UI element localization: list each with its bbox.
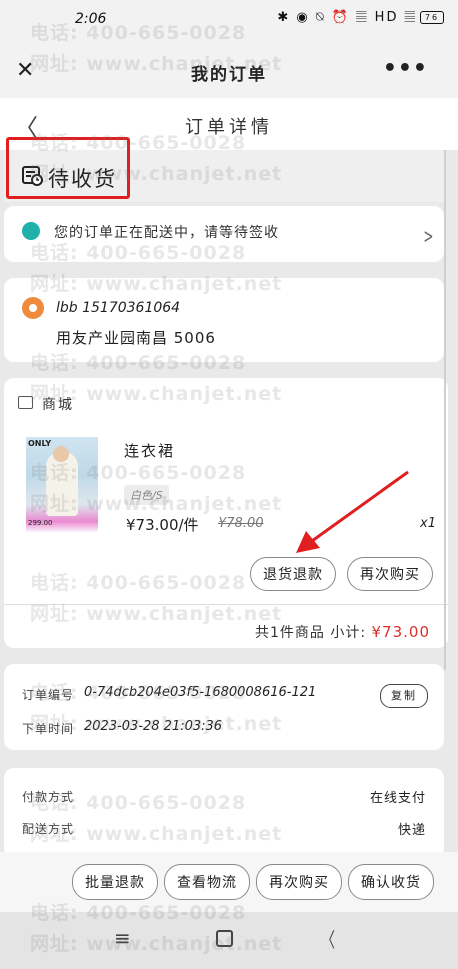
- product-spec: 白色/S: [124, 485, 169, 505]
- menu-icon[interactable]: ≡: [114, 926, 131, 950]
- batch-refund-button[interactable]: 批量退款: [72, 864, 158, 900]
- product-name[interactable]: 连衣裙: [124, 440, 175, 461]
- delivery-message: 您的订单正在配送中，请等待签收: [54, 225, 279, 241]
- product-price: ¥73.00/件: [126, 516, 199, 534]
- battery-icon: 76: [420, 11, 444, 24]
- copy-button[interactable]: 复制: [380, 684, 428, 708]
- order-time-value: 2023-03-28 21:03:36: [84, 719, 223, 734]
- chevron-right-icon: >: [423, 224, 434, 248]
- payment-method-value: 在线支付: [369, 791, 426, 806]
- product-image-head: [53, 446, 69, 462]
- order-summary: 共1件商品 小计: ¥73.00: [255, 622, 430, 642]
- payment-card: [4, 768, 444, 858]
- buy-again-button[interactable]: 再次购买: [347, 557, 433, 591]
- product-image-price: 299.00: [28, 519, 53, 527]
- payment-method-label: 付款方式: [22, 790, 75, 804]
- shop-name: 商城: [42, 397, 74, 413]
- more-options-button[interactable]: •••: [383, 56, 428, 81]
- detail-title: 订单详情: [185, 117, 273, 138]
- product-image-brand: ONLY: [28, 439, 52, 448]
- home-icon[interactable]: [216, 930, 233, 947]
- order-number-value: 0-74dcb204e03f5-1680008616-121: [84, 685, 317, 700]
- refund-return-button[interactable]: 退货退款: [250, 557, 336, 591]
- status-time: 2:06: [75, 11, 107, 27]
- status-indicator-icons: ✱ ◉ ⍉ ⏰ 𝄚 HD 𝄚: [277, 10, 417, 25]
- shop-icon: [18, 396, 33, 409]
- order-time-label: 下单时间: [22, 722, 75, 736]
- nav-back-icon[interactable]: 〈: [321, 924, 335, 953]
- item-count: 共1件商品: [254, 625, 325, 641]
- subtotal-amount: ¥73.00: [371, 623, 430, 641]
- location-icon-dot: [29, 304, 37, 312]
- confirm-receipt-button[interactable]: 确认收货: [348, 864, 434, 900]
- status-highlight-box: [6, 137, 130, 199]
- truck-icon: [22, 222, 40, 240]
- order-info-card: [4, 664, 444, 750]
- shipping-method-label: 配送方式: [22, 822, 75, 836]
- scrollbar[interactable]: [444, 150, 446, 670]
- shipping-method-value: 快递: [397, 823, 426, 838]
- product-quantity: x1: [420, 516, 436, 531]
- rebuy-button[interactable]: 再次购买: [256, 864, 342, 900]
- view-logistics-button[interactable]: 查看物流: [164, 864, 250, 900]
- subtotal-label: 小计:: [330, 625, 367, 641]
- order-number-label: 订单编号: [22, 688, 75, 702]
- address-detail: 用友产业园南昌 5006: [56, 329, 216, 347]
- address-card: [4, 278, 444, 362]
- recipient-name-phone: lbb 15170361064: [56, 300, 181, 316]
- original-price: ¥78.00: [218, 516, 264, 531]
- status-icons: ✱ ◉ ⍉ ⏰ 𝄚 HD 𝄚 76: [277, 10, 444, 25]
- divider: [4, 604, 448, 605]
